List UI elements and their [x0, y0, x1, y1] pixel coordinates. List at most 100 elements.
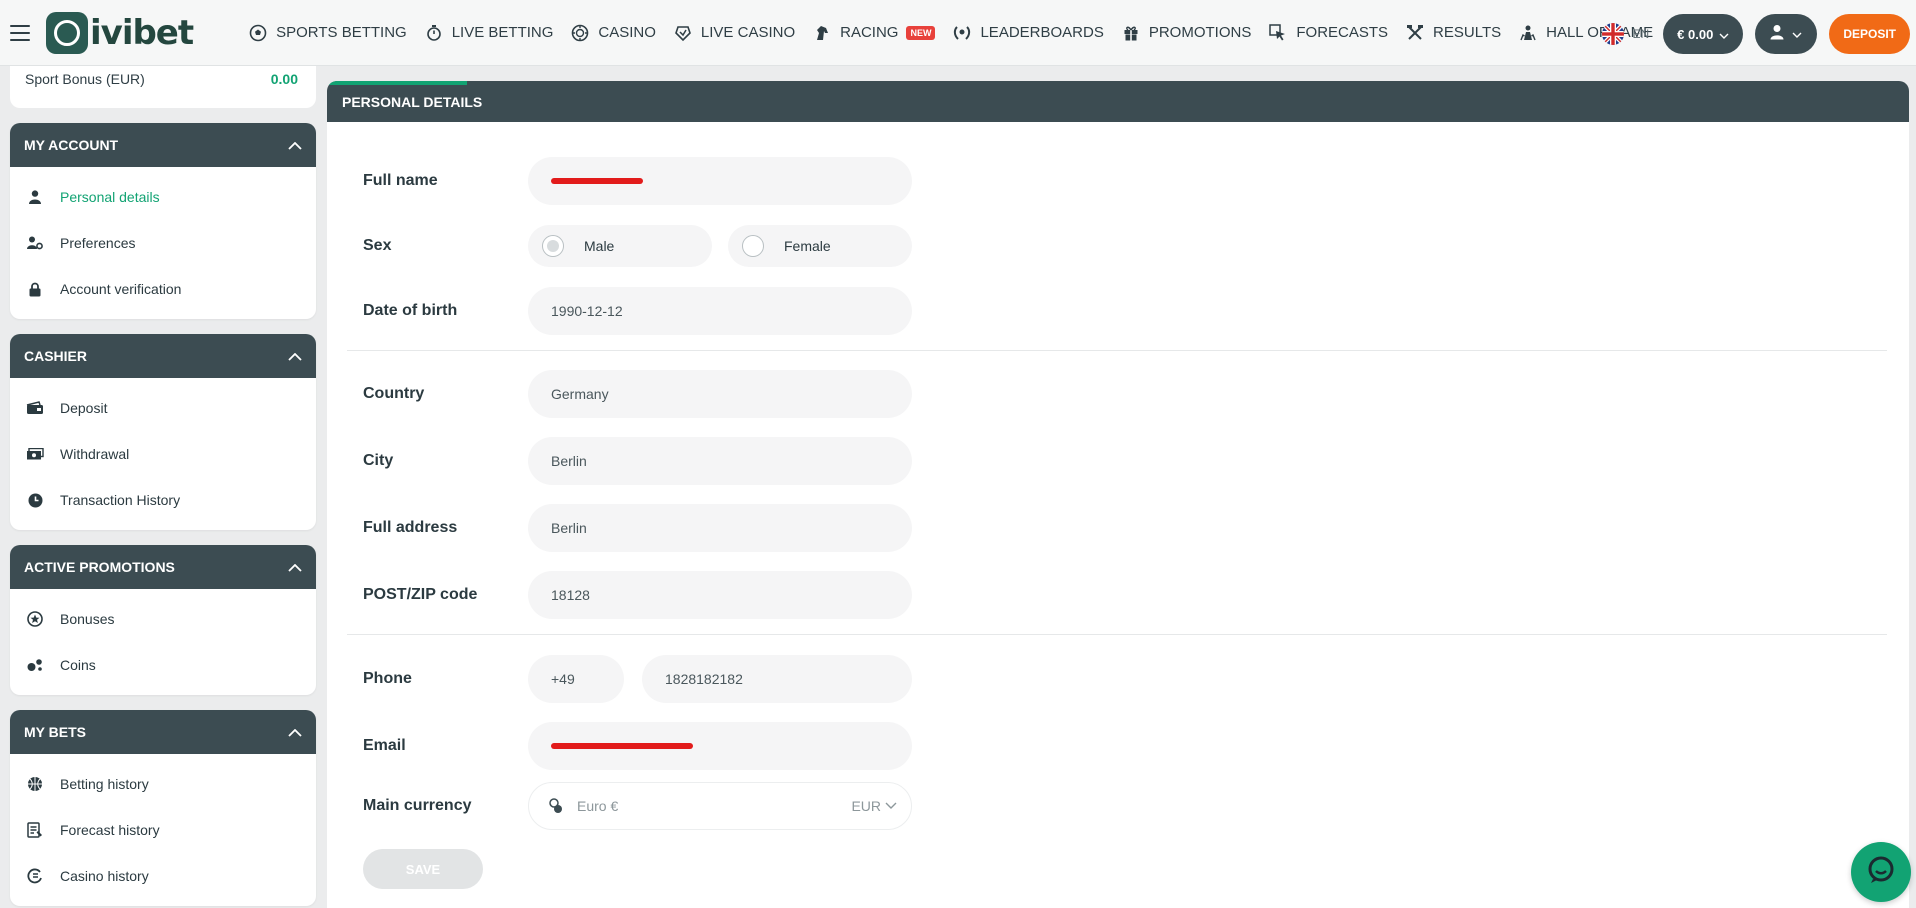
active-accent-bar — [327, 81, 467, 85]
phone-number-field[interactable]: 1828182182 — [642, 655, 912, 703]
chevron-up-icon — [288, 559, 302, 575]
currency-select[interactable]: Euro € EUR — [528, 782, 912, 830]
nav-sports-betting[interactable]: SPORTS BETTING — [249, 24, 407, 42]
sidebar-item-label: Bonuses — [60, 611, 115, 627]
live-chat-button[interactable] — [1851, 842, 1911, 902]
live-casino-icon — [674, 24, 692, 42]
panel-cashier: CASHIER Deposit Withdrawal Transaction H… — [10, 334, 316, 530]
nav-casino[interactable]: CASINO — [571, 24, 656, 42]
sidebar-item-account-verification[interactable]: Account verification — [10, 266, 316, 312]
nav-label: LIVE BETTING — [451, 24, 554, 41]
address-label: Full address — [363, 519, 458, 536]
panel-header-my-account[interactable]: MY ACCOUNT — [10, 123, 316, 167]
email-field[interactable] — [528, 722, 912, 770]
uk-flag-icon — [1602, 23, 1625, 45]
sidebar-item-coins[interactable]: Coins — [10, 642, 316, 688]
deposit-button[interactable]: DEPOSIT — [1829, 14, 1910, 54]
sidebar-item-forecast-history[interactable]: Forecast history — [10, 807, 316, 853]
panel-header-my-bets[interactable]: MY BETS — [10, 710, 316, 754]
crossed-tools-icon — [1406, 24, 1424, 42]
wallet-icon — [26, 399, 44, 417]
zip-field[interactable]: 18128 — [528, 571, 912, 619]
country-field[interactable]: Germany — [528, 370, 912, 418]
city-field[interactable]: Berlin — [528, 437, 912, 485]
balance-button[interactable]: € 0.00 — [1663, 14, 1744, 54]
panel-title: ACTIVE PROMOTIONS — [24, 559, 175, 575]
soccer-ball-icon — [249, 24, 267, 42]
panel-active-promotions: ACTIVE PROMOTIONS Bonuses Coins — [10, 545, 316, 695]
panel-header-cashier[interactable]: CASHIER — [10, 334, 316, 378]
redacted-mark — [551, 178, 643, 184]
sidebar-item-bonuses[interactable]: Bonuses — [10, 596, 316, 642]
nav-label: PROMOTIONS — [1148, 24, 1252, 41]
laurel-icon — [953, 24, 971, 42]
stopwatch-icon — [425, 24, 443, 42]
radio-label: Female — [784, 238, 831, 254]
zip-label: POST/ZIP code — [363, 586, 478, 603]
coins-icon — [26, 656, 44, 674]
sidebar-item-label: Preferences — [60, 235, 136, 251]
city-label: City — [363, 452, 394, 469]
nav-leaderboards[interactable]: LEADERBOARDS — [953, 24, 1104, 42]
podium-icon — [1519, 24, 1537, 42]
nav-racing[interactable]: RACING NEW — [813, 24, 936, 42]
sex-label: Sex — [363, 237, 392, 254]
casino-chip-icon — [571, 24, 589, 42]
site-logo[interactable]: ivibet — [46, 11, 194, 54]
sex-radio-female[interactable]: Female — [728, 225, 912, 267]
account-sidebar: Sport Bonus (EUR) 0.00 MY ACCOUNT Person… — [10, 66, 316, 906]
chevron-up-icon — [288, 137, 302, 153]
user-settings-icon — [26, 234, 44, 252]
row-full-address: Full address Berlin — [363, 504, 912, 552]
lock-icon — [26, 280, 44, 298]
sidebar-item-betting-history[interactable]: Betting history — [10, 761, 316, 807]
sex-radio-male[interactable]: Male — [528, 225, 712, 267]
save-button[interactable]: SAVE — [363, 849, 483, 889]
cash-icon — [26, 445, 44, 463]
redacted-mark — [551, 743, 693, 749]
phone-code-field[interactable]: +49 — [528, 655, 624, 703]
clock-icon — [26, 491, 44, 509]
nav-promotions[interactable]: PROMOTIONS — [1122, 24, 1252, 42]
nav-live-betting[interactable]: LIVE BETTING — [425, 24, 554, 42]
language-selector[interactable]: EN — [1602, 23, 1649, 45]
chevron-down-icon — [1792, 25, 1802, 43]
sidebar-item-deposit[interactable]: Deposit — [10, 385, 316, 431]
nav-results[interactable]: RESULTS — [1406, 24, 1501, 42]
row-city: City Berlin — [363, 437, 912, 485]
address-field[interactable]: Berlin — [528, 504, 912, 552]
panel-title-bar: PERSONAL DETAILS — [327, 81, 1909, 122]
panel-my-account: MY ACCOUNT Personal details Preferences … — [10, 123, 316, 319]
city-value: Berlin — [551, 453, 587, 469]
user-menu-button[interactable] — [1755, 14, 1818, 54]
nav-label: FORECASTS — [1296, 24, 1389, 41]
sidebar-item-label: Betting history — [60, 776, 149, 792]
sidebar-item-casino-history[interactable]: Casino history — [10, 853, 316, 899]
chevron-down-icon — [1719, 27, 1729, 42]
sidebar-item-withdrawal[interactable]: Withdrawal — [10, 431, 316, 477]
nav-forecasts[interactable]: FORECASTS — [1269, 23, 1389, 42]
sidebar-item-personal-details[interactable]: Personal details — [10, 174, 316, 220]
nav-label: RACING — [840, 24, 899, 41]
dob-label: Date of birth — [363, 302, 458, 319]
sidebar-item-label: Withdrawal — [60, 446, 130, 462]
logo-badge-icon — [46, 11, 88, 54]
phone-code-value: +49 — [551, 671, 575, 687]
currency-label: Main currency — [363, 797, 472, 814]
row-zip-code: POST/ZIP code 18128 — [363, 571, 912, 619]
row-date-of-birth: Date of birth 1990-12-12 — [363, 287, 912, 335]
sidebar-item-label: Personal details — [60, 189, 160, 205]
full-name-field[interactable] — [528, 157, 912, 205]
sidebar-item-label: Forecast history — [60, 822, 160, 838]
hamburger-menu-icon[interactable] — [10, 24, 30, 41]
radio-checked-icon — [542, 235, 564, 257]
sidebar-item-transaction-history[interactable]: Transaction History — [10, 477, 316, 523]
top-header: ivibet SPORTS BETTING LIVE BETTING CASIN… — [0, 0, 1916, 66]
dob-field[interactable]: 1990-12-12 — [528, 287, 912, 335]
country-value: Germany — [551, 386, 609, 402]
panel-header-active-promotions[interactable]: ACTIVE PROMOTIONS — [10, 545, 316, 589]
nav-live-casino[interactable]: LIVE CASINO — [674, 24, 795, 42]
sport-bonus-label: Sport Bonus (EUR) — [25, 71, 145, 87]
full-name-label: Full name — [363, 172, 438, 189]
sidebar-item-preferences[interactable]: Preferences — [10, 220, 316, 266]
